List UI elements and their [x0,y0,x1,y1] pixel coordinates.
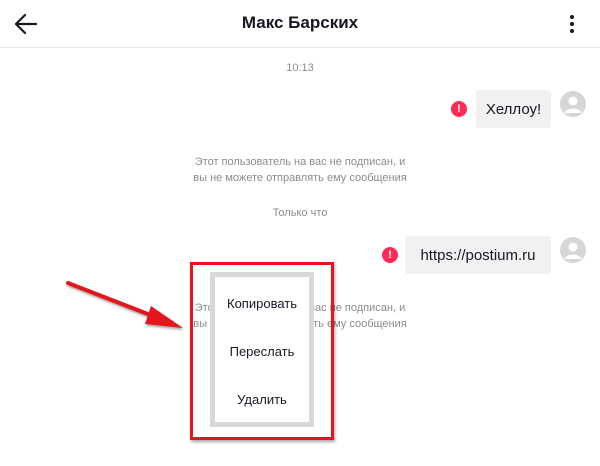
message-timestamp: 10:13 [286,62,314,74]
system-notice: Этот пользователь на вас не подписан, и … [0,154,600,186]
system-notice-line: вы не можете отправлять ему сообщения [193,172,407,184]
chat-header: Макс Барских [0,0,600,48]
user-avatar-icon[interactable] [560,91,586,117]
message-timestamp: Только что [272,207,328,219]
message-bubble[interactable]: https://postium.ru [405,236,551,274]
annotation-highlight-box [190,262,334,440]
message-bubble[interactable]: Хеллоу! [476,90,551,128]
system-notice-line: Этот пользователь на вас не подписан, и [194,156,406,168]
chat-title: Макс Барских [241,13,359,32]
user-avatar-icon[interactable] [560,237,586,263]
send-error-icon[interactable]: ! [382,247,398,263]
more-options-icon[interactable] [561,10,583,38]
send-error-icon[interactable]: ! [451,101,467,117]
